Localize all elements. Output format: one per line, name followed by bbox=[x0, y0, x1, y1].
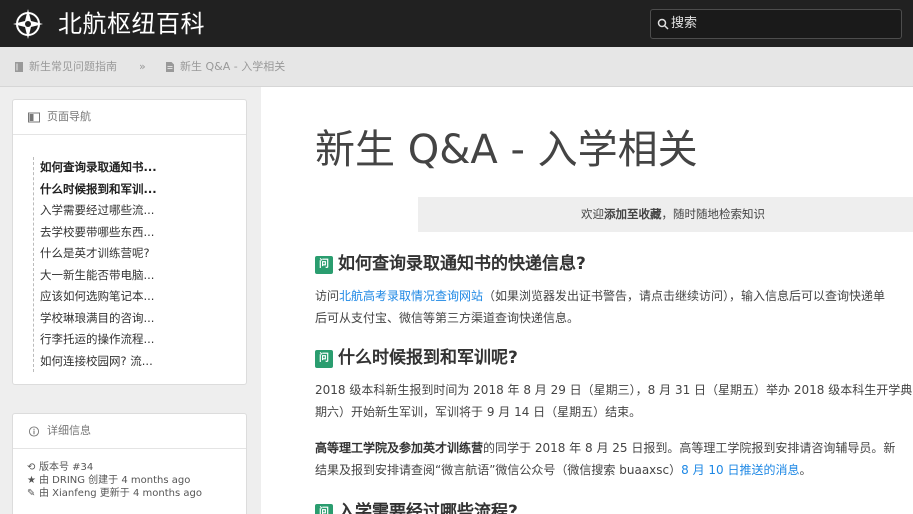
book-open-icon bbox=[28, 112, 40, 123]
wechat-post-link[interactable]: 8 月 10 日推送的消息 bbox=[681, 463, 799, 477]
notice-text-post: ，随时随地检索知识 bbox=[661, 207, 766, 221]
search-icon bbox=[657, 18, 669, 30]
section-heading-text: 如何查询录取通知书的快递信息? bbox=[338, 254, 586, 274]
compass-star-logo-icon[interactable] bbox=[12, 8, 44, 40]
toc-list: 如何查询录取通知书... 什么时候报到和军训... 入学需要经过哪些流... 去… bbox=[33, 157, 233, 372]
toc-item[interactable]: 如何连接校园网? 流... bbox=[34, 351, 233, 373]
updated-text: 由 Xianfeng 更新于 4 months ago bbox=[39, 488, 202, 499]
toc-item[interactable]: 什么是英才训练营呢? bbox=[34, 243, 233, 265]
question-badge: 问 bbox=[315, 350, 333, 368]
breadcrumb-separator: » bbox=[139, 60, 146, 73]
created-line: ★ 由 DRING 创建于 4 months ago bbox=[27, 474, 202, 487]
toc-item[interactable]: 学校琳琅满目的咨询... bbox=[34, 308, 233, 330]
details-header: 详细信息 bbox=[13, 414, 246, 449]
toc-item[interactable]: 如何查询录取通知书... bbox=[34, 157, 233, 179]
section-heading-text: 什么时候报到和军训呢? bbox=[338, 348, 518, 368]
document-icon bbox=[166, 62, 174, 72]
question-badge: 问 bbox=[315, 504, 333, 514]
page-nav-panel: 页面导航 如何查询录取通知书... 什么时候报到和军训... 入学需要经过哪些流… bbox=[12, 99, 247, 385]
toc-item[interactable]: 入学需要经过哪些流... bbox=[34, 200, 233, 222]
breadcrumb: 新生常见问题指南 » 新生 Q&A - 入学相关 bbox=[0, 47, 913, 87]
details-panel: 详细信息 ⟲ 版本号 #34 ★ 由 DRING 创建于 4 months ago … bbox=[12, 413, 247, 514]
question-badge: 问 bbox=[315, 256, 333, 274]
page-title: 新生 Q&A - 入学相关 bbox=[315, 127, 698, 173]
search-placeholder: 搜索 bbox=[671, 16, 698, 31]
para-text: 结果及报到安排请查阅“微言航语”微信公众号（微信搜索 buaaxsc） bbox=[315, 463, 682, 477]
paragraph: 期六）开始新生军训，军训将于 9 月 14 日（星期五）结束。 bbox=[315, 405, 642, 419]
paragraph: 2018 级本科新生报到时间为 2018 年 8 月 29 日（星期三），8 月… bbox=[315, 383, 913, 397]
breadcrumb-item-current: 新生 Q&A - 入学相关 bbox=[180, 60, 286, 73]
page-nav-header: 页面导航 bbox=[13, 100, 246, 135]
info-icon bbox=[28, 426, 40, 437]
version-line: ⟲ 版本号 #34 bbox=[27, 461, 202, 474]
details-body: ⟲ 版本号 #34 ★ 由 DRING 创建于 4 months ago ✎ 由 Xi… bbox=[27, 461, 202, 500]
breadcrumb-item-guide[interactable]: 新生常见问题指南 bbox=[29, 60, 117, 74]
paragraph: 结果及报到安排请查阅“微言航语”微信公众号（微信搜索 buaaxsc）8 月 1… bbox=[315, 460, 913, 481]
notice-text-bold: 添加至收藏 bbox=[604, 207, 662, 221]
sidebar: 页面导航 如何查询录取通知书... 什么时候报到和军训... 入学需要经过哪些流… bbox=[0, 87, 261, 514]
details-title: 详细信息 bbox=[47, 424, 91, 437]
toc-item[interactable]: 大一新生能否带电脑... bbox=[34, 265, 233, 287]
paragraph: 高等理工学院及参加英才训练营的同学于 2018 年 8 月 25 日报到。高等理… bbox=[315, 438, 913, 459]
pencil-icon: ✎ bbox=[27, 488, 36, 499]
toc-item[interactable]: 去学校要带哪些东西... bbox=[34, 222, 233, 244]
bookmark-notice: 欢迎添加至收藏，随时随地检索知识 bbox=[418, 197, 913, 232]
version-text: 版本号 #34 bbox=[39, 462, 94, 473]
section-heading-registration: 问什么时候报到和军训呢? bbox=[315, 347, 518, 369]
notice-text-pre: 欢迎 bbox=[581, 207, 604, 221]
top-navbar: 北航枢纽百科 搜索 bbox=[0, 0, 913, 47]
toc-item[interactable]: 应该如何选购笔记本... bbox=[34, 286, 233, 308]
toc-item[interactable]: 行李托运的操作流程... bbox=[34, 329, 233, 351]
section-heading-enrollment: 问入学需要经过哪些流程? bbox=[315, 501, 518, 514]
admission-query-link[interactable]: 北航高考录取情况查询网站 bbox=[339, 289, 483, 303]
para-text: 访问 bbox=[315, 289, 340, 303]
book-icon bbox=[15, 62, 23, 72]
updated-line: ✎ 由 Xianfeng 更新于 4 months ago bbox=[27, 487, 202, 500]
page-nav-title: 页面导航 bbox=[47, 110, 91, 123]
para-bold: 高等理工学院及参加英才训练营 bbox=[315, 441, 484, 455]
paragraph: 后可从支付宝、微信等第三方渠道查询快递信息。 bbox=[315, 311, 580, 325]
search-input[interactable]: 搜索 bbox=[650, 9, 902, 39]
toc-item[interactable]: 什么时候报到和军训... bbox=[34, 179, 233, 201]
history-icon: ⟲ bbox=[27, 462, 36, 473]
site-brand[interactable]: 北航枢纽百科 bbox=[58, 8, 205, 40]
star-icon: ★ bbox=[27, 475, 36, 486]
paragraph: 访问北航高考录取情况查询网站（如果浏览器发出证书警告，请点击继续访问），输入信息… bbox=[315, 286, 913, 307]
para-text: 的同学于 2018 年 8 月 25 日报到。高等理工学院报到安排请咨询辅导员。… bbox=[483, 441, 896, 455]
section-heading-text: 入学需要经过哪些流程? bbox=[338, 502, 518, 514]
para-text: 。 bbox=[799, 463, 812, 477]
para-text: （如果浏览器发出证书警告，请点击继续访问），输入信息后可以查询快递单 bbox=[483, 289, 886, 303]
main-content: 新生 Q&A - 入学相关 欢迎添加至收藏，随时随地检索知识 问如何查询录取通知… bbox=[261, 87, 913, 514]
created-text: 由 DRING 创建于 4 months ago bbox=[39, 475, 191, 486]
section-heading-express: 问如何查询录取通知书的快递信息? bbox=[315, 253, 586, 275]
